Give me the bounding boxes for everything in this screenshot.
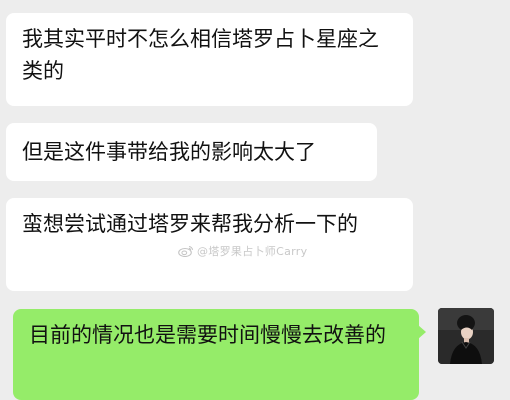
avatar[interactable] xyxy=(438,308,494,364)
message-text: 目前的情况也是需要时间慢慢去改善的 xyxy=(29,323,386,347)
message-bubble-incoming[interactable]: 但是这件事带给我的影响太大了 xyxy=(6,123,377,181)
message-text: 蛮想尝试通过塔罗来帮我分析一下的 xyxy=(22,212,358,236)
weibo-icon xyxy=(178,246,194,257)
message-bubble-outgoing[interactable]: 目前的情况也是需要时间慢慢去改善的 xyxy=(13,309,419,400)
watermark-text: @塔罗果占卜师Carry xyxy=(197,245,308,258)
avatar-woman-portrait-icon xyxy=(438,308,494,364)
bubble-tail xyxy=(418,325,426,339)
message-text: 我其实平时不怎么相信塔罗占卜星座之类的 xyxy=(22,27,379,83)
message-text: 但是这件事带给我的影响太大了 xyxy=(22,140,316,164)
message-bubble-incoming[interactable]: 我其实平时不怎么相信塔罗占卜星座之类的 xyxy=(6,13,413,106)
watermark: @塔罗果占卜师Carry xyxy=(178,243,307,259)
